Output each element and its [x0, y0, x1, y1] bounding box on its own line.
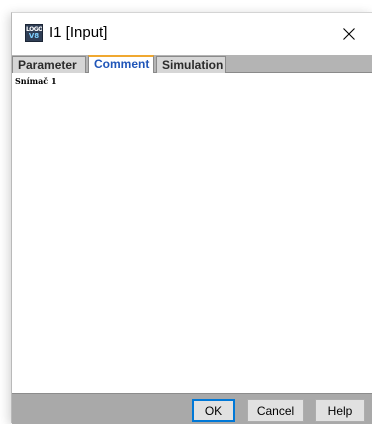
comment-editor[interactable]: Snímač 1 — [12, 73, 372, 403]
title-bar[interactable]: LOGO V8 I1 [Input] — [12, 13, 372, 55]
app-icon-text-bottom: V8 — [28, 32, 40, 40]
cancel-button[interactable]: Cancel — [247, 399, 304, 422]
tab-parameter[interactable]: Parameter — [12, 56, 86, 73]
tab-comment[interactable]: Comment — [88, 55, 154, 73]
logo-app-icon: LOGO V8 — [25, 24, 43, 42]
close-icon — [343, 28, 355, 40]
comment-text[interactable]: Snímač 1 — [15, 76, 57, 86]
close-button[interactable] — [326, 13, 372, 55]
tab-bar: Parameter Comment Simulation — [12, 55, 372, 73]
tab-simulation[interactable]: Simulation — [156, 56, 226, 73]
ok-button[interactable]: OK — [192, 399, 235, 422]
button-bar: OK Cancel Help — [12, 393, 372, 424]
help-button[interactable]: Help — [315, 399, 365, 422]
dialog-window: LOGO V8 I1 [Input] Parameter Comment Sim… — [11, 12, 372, 424]
window-title: I1 [Input] — [49, 24, 108, 41]
